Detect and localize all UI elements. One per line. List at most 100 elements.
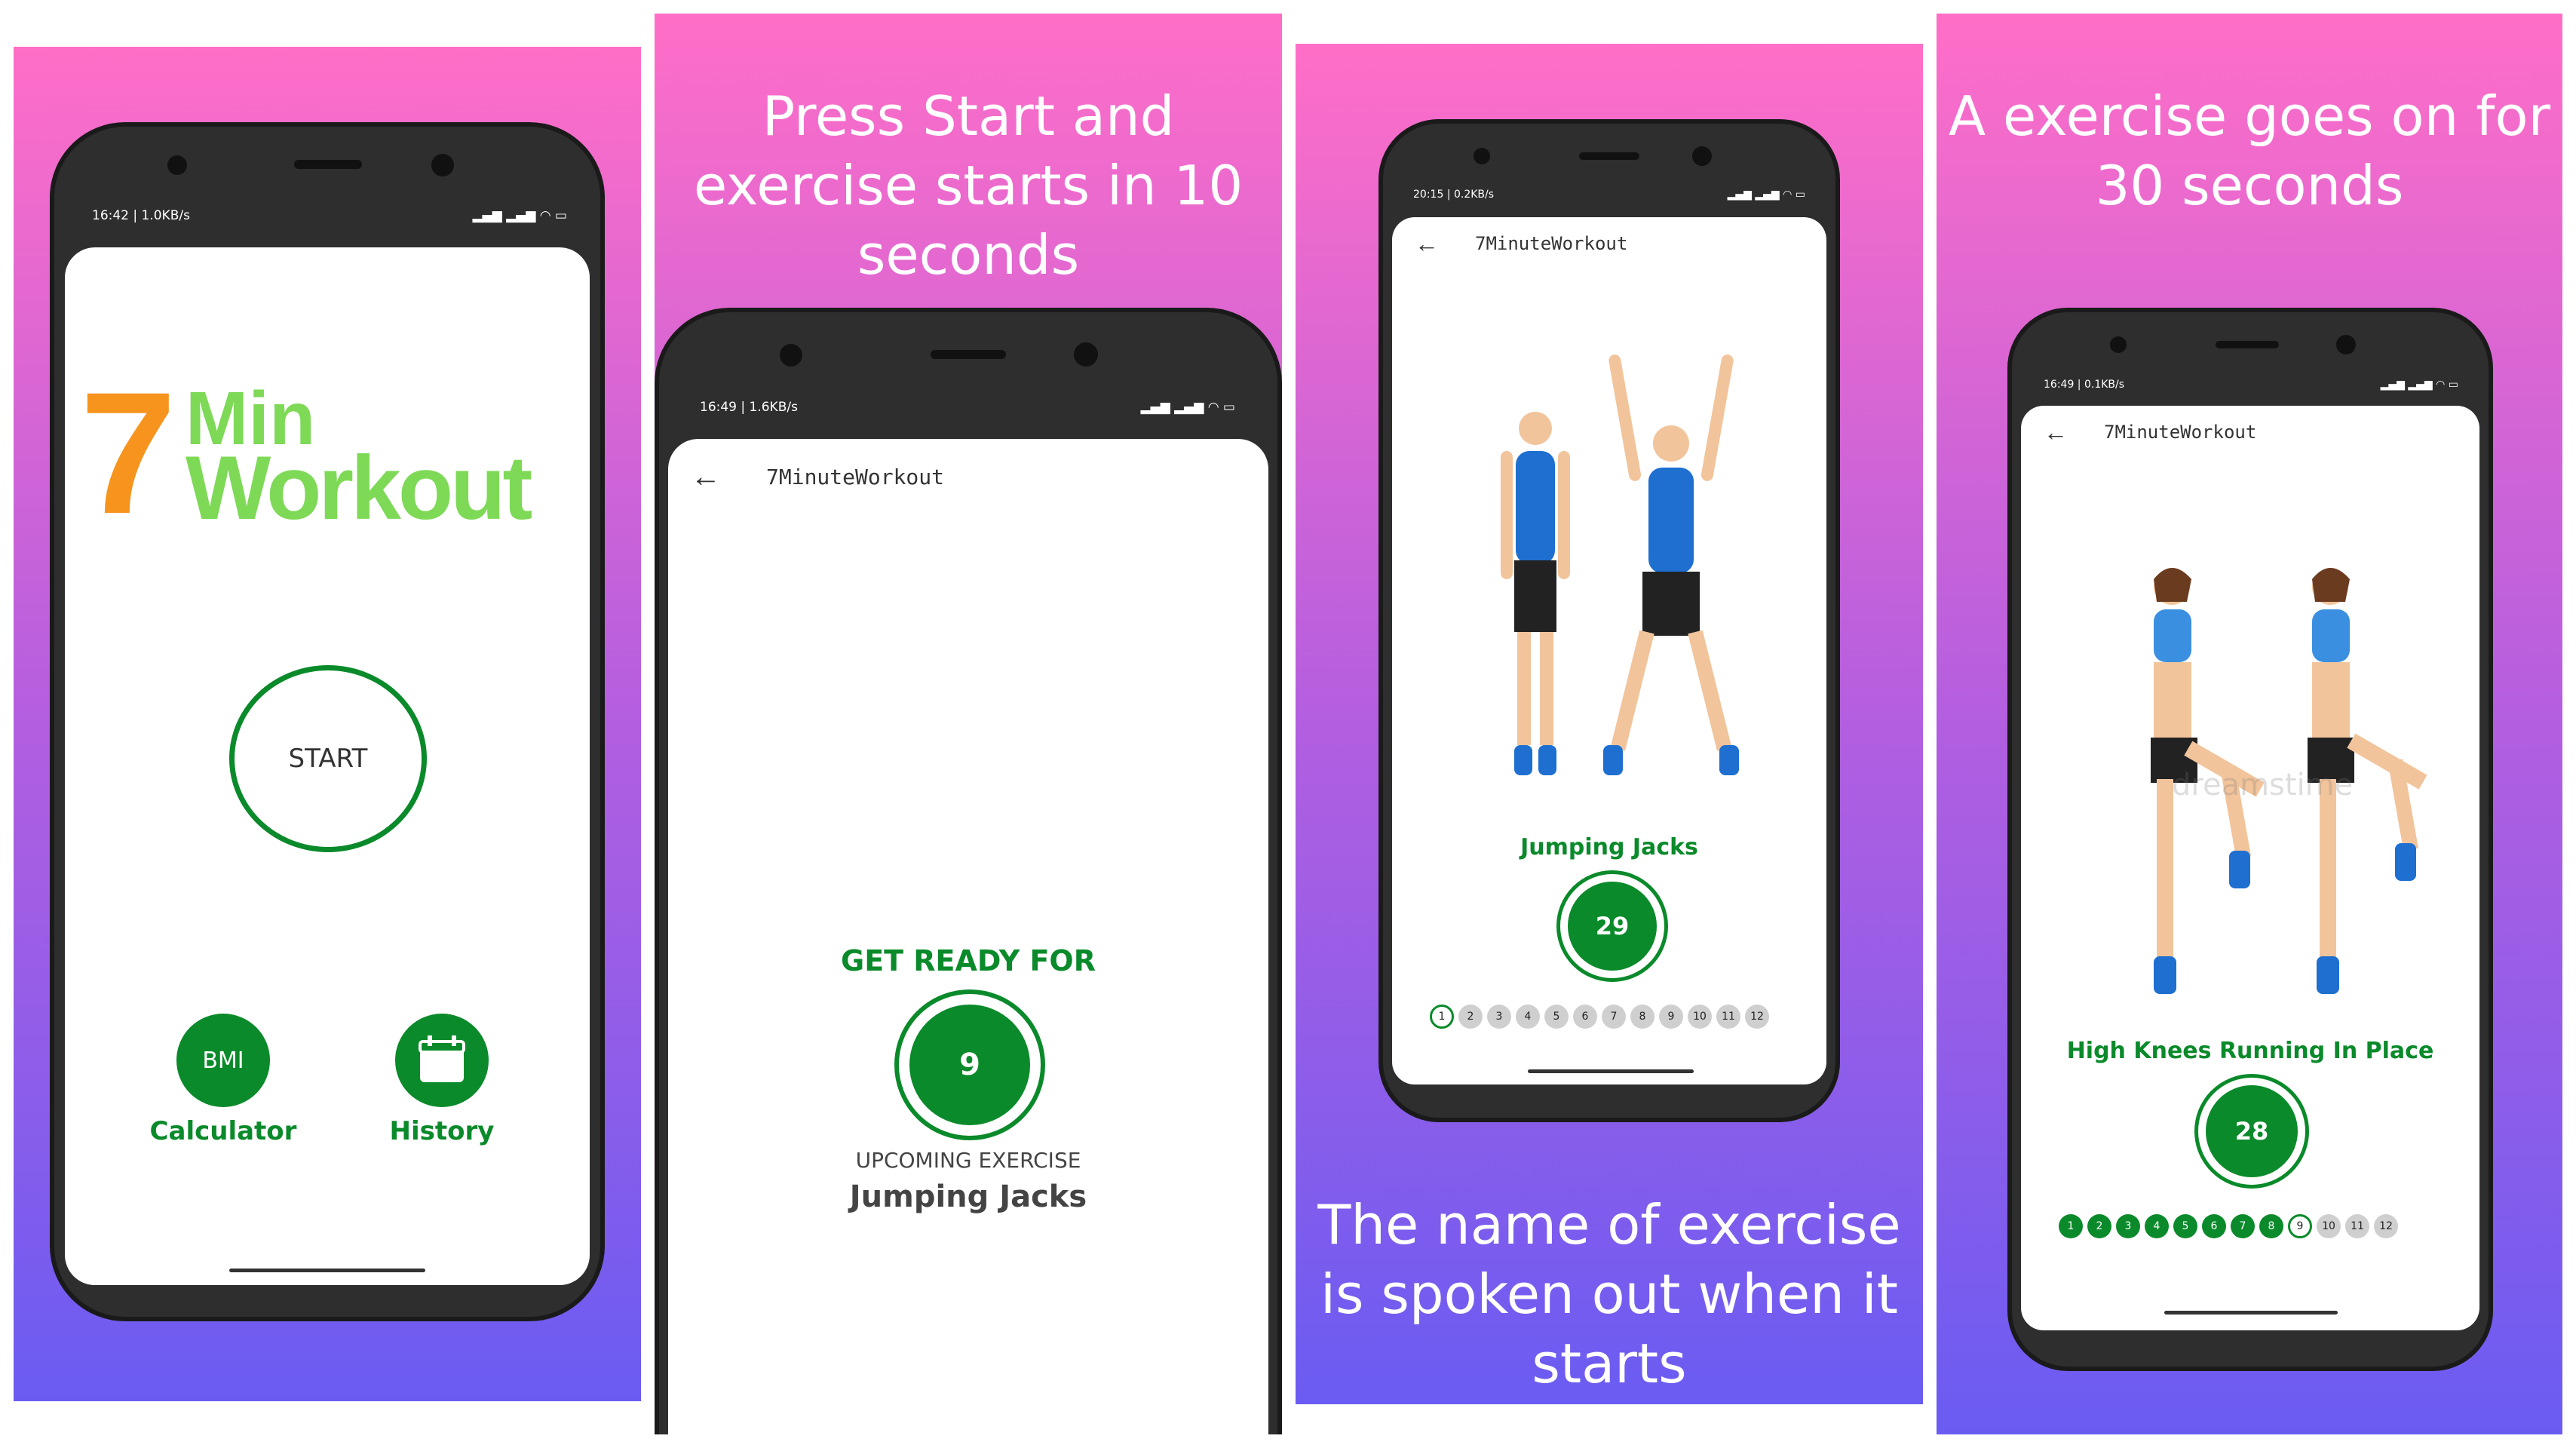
calendar-icon (419, 1035, 465, 1082)
exercise-timer-inner: 28 (2206, 1085, 2298, 1177)
status-time: 20:15 | 0.2KB/s (1413, 189, 1495, 201)
panel-get-ready: Press Start and exercise starts in 10 se… (655, 14, 1282, 1434)
exercise-timer-ring: 28 (2194, 1074, 2309, 1189)
speaker (931, 350, 1006, 359)
caption: Press Start and exercise starts in 10 se… (693, 84, 1244, 287)
upcoming-label: UPCOMING EXERCISE (855, 1148, 1081, 1173)
history-button[interactable]: History (366, 1014, 517, 1157)
progress-dot: 8 (1630, 1005, 1654, 1029)
logo-seven: 7 (80, 356, 176, 550)
progress-dot: 11 (1716, 1005, 1740, 1029)
bmi-circle: BMI (176, 1014, 270, 1107)
progress-dot: 4 (2145, 1214, 2169, 1238)
start-label: START (288, 744, 368, 774)
progress-dot: 5 (2173, 1214, 2197, 1238)
screen: ← 7MinuteWorkout (1392, 217, 1826, 1084)
progress-dot: 4 (1516, 1005, 1540, 1029)
status-bar: 16:49 | 1.6KB/s ▂▄▆ ▂▄▆ ◠ ▭ (700, 400, 1235, 415)
phone-frame: 16:42 | 1.0KB/s ▂▄▆ ▂▄▆ ◠ ▭ 7 Min Workou… (50, 122, 605, 1321)
camera-dot (167, 155, 187, 175)
speaker (2216, 341, 2279, 348)
toolbar: ← 7MinuteWorkout (668, 446, 1268, 507)
sensor-dot (1692, 146, 1712, 166)
status-icons: ▂▄▆ ▂▄▆ ◠ ▭ (472, 208, 567, 223)
phone-frame: 20:15 | 0.2KB/s ▂▄▆ ▂▄▆ ◠ ▭ ← 7MinuteWor… (1378, 119, 1840, 1122)
exercise-timer-inner: 29 (1568, 882, 1657, 971)
progress-dot: 11 (2345, 1214, 2369, 1238)
progress-dot: 7 (1602, 1005, 1626, 1029)
home-indicator (2164, 1311, 2338, 1315)
exercise-timer-value: 28 (2234, 1117, 2269, 1146)
back-arrow-icon[interactable]: ← (1415, 230, 1460, 258)
back-arrow-icon[interactable]: ← (691, 460, 736, 494)
caption: The name of exercise is spoken out when … (1317, 1193, 1901, 1395)
bmi-label: BMI (202, 1047, 244, 1074)
panel-exercise: 20:15 | 0.2KB/s ▂▄▆ ▂▄▆ ◠ ▭ ← 7MinuteWor… (1296, 44, 1923, 1404)
status-icons: ▂▄▆ ▂▄▆ ◠ ▭ (1140, 400, 1235, 415)
watermark: dreamstime (2172, 768, 2354, 802)
logo-workout: Workout (186, 437, 532, 538)
progress-dot: 8 (2259, 1214, 2283, 1238)
start-button[interactable]: START (229, 665, 427, 852)
camera-dot (1474, 148, 1490, 164)
calculator-label: Calculator (149, 1116, 297, 1146)
status-bar: 16:42 | 1.0KB/s ▂▄▆ ▂▄▆ ◠ ▭ (92, 208, 567, 223)
get-ready-label: GET READY FOR (841, 944, 1096, 977)
exercise-name: Jumping Jacks (1520, 834, 1698, 861)
back-arrow-icon[interactable]: ← (2044, 419, 2089, 446)
sensor-dot (431, 154, 454, 176)
status-bar: 20:15 | 0.2KB/s ▂▄▆ ▂▄▆ ◠ ▭ (1413, 189, 1805, 201)
status-icons: ▂▄▆ ▂▄▆ ◠ ▭ (1727, 189, 1805, 201)
exercise-timer-ring: 29 (1556, 870, 1668, 982)
status-time: 16:42 | 1.0KB/s (92, 208, 190, 223)
caption: A exercise goes on for 30 seconds (1948, 84, 2551, 217)
progress-dot: 10 (1688, 1005, 1712, 1029)
screen: 7 Min Workout START BMI Calculator Histo… (65, 247, 590, 1285)
countdown-inner: 9 (909, 1005, 1030, 1125)
camera-dot (2110, 336, 2127, 353)
toolbar-title: 7MinuteWorkout (2104, 422, 2257, 443)
jumping-jacks-illustration (1501, 354, 1739, 775)
phone-frame: 16:49 | 1.6KB/s ▂▄▆ ▂▄▆ ◠ ▭ ← 7MinuteWor… (655, 308, 1282, 1434)
app-logo: 7 Min Workout (80, 356, 578, 550)
screen: ← 7MinuteWorkout GET READY FOR 9 UPCOMIN… (668, 439, 1268, 1434)
progress-dot: 5 (1544, 1005, 1569, 1029)
toolbar: ← 7MinuteWorkout (2021, 406, 2479, 459)
exercise-timer-value: 29 (1595, 912, 1630, 940)
speaker (294, 160, 362, 169)
sensor-dot (1074, 342, 1098, 367)
exercise-name: High Knees Running In Place (2066, 1038, 2434, 1064)
bmi-button[interactable]: BMI Calculator (148, 1014, 299, 1157)
countdown-ring: 9 (894, 989, 1045, 1140)
progress-dot: 1 (2059, 1214, 2083, 1238)
progress-dot: 6 (1573, 1005, 1597, 1029)
panel-home: 16:42 | 1.0KB/s ▂▄▆ ▂▄▆ ◠ ▭ 7 Min Workou… (14, 47, 641, 1401)
exercise-progress: 1 2 3 4 5 6 7 8 9 10 11 12 (2059, 1214, 2398, 1238)
toolbar: ← 7MinuteWorkout (1392, 217, 1826, 270)
history-label: History (389, 1116, 495, 1146)
sensor-dot (2336, 335, 2356, 354)
speaker (1579, 152, 1639, 160)
phone-frame: 16:49 | 0.1KB/s ▂▄▆ ▂▄▆ ◠ ▭ ← 7MinuteWor… (2007, 308, 2493, 1371)
progress-dot: 6 (2202, 1214, 2226, 1238)
progress-dot: 1 (1430, 1005, 1454, 1029)
home-indicator (229, 1269, 425, 1272)
home-indicator (1528, 1069, 1694, 1073)
progress-dot: 2 (2087, 1214, 2111, 1238)
status-time: 16:49 | 0.1KB/s (2044, 379, 2125, 391)
countdown-value: 9 (959, 1048, 980, 1082)
progress-dot: 3 (2116, 1214, 2140, 1238)
camera-dot (780, 344, 802, 367)
status-time: 16:49 | 1.6KB/s (700, 400, 798, 415)
toolbar-title: 7MinuteWorkout (766, 464, 945, 489)
progress-dot: 7 (2231, 1214, 2255, 1238)
exercise-progress: 1 2 3 4 5 6 7 8 9 10 11 12 (1430, 1005, 1769, 1029)
progress-dot: 9 (1659, 1005, 1683, 1029)
progress-dot: 9 (2288, 1214, 2312, 1238)
progress-dot: 2 (1458, 1005, 1483, 1029)
panel-exercise-2: A exercise goes on for 30 seconds 16:49 … (1937, 14, 2562, 1434)
status-bar: 16:49 | 0.1KB/s ▂▄▆ ▂▄▆ ◠ ▭ (2044, 379, 2458, 391)
upcoming-exercise-name: Jumping Jacks (849, 1180, 1087, 1214)
progress-dot: 3 (1487, 1005, 1511, 1029)
progress-dot: 12 (1745, 1005, 1769, 1029)
